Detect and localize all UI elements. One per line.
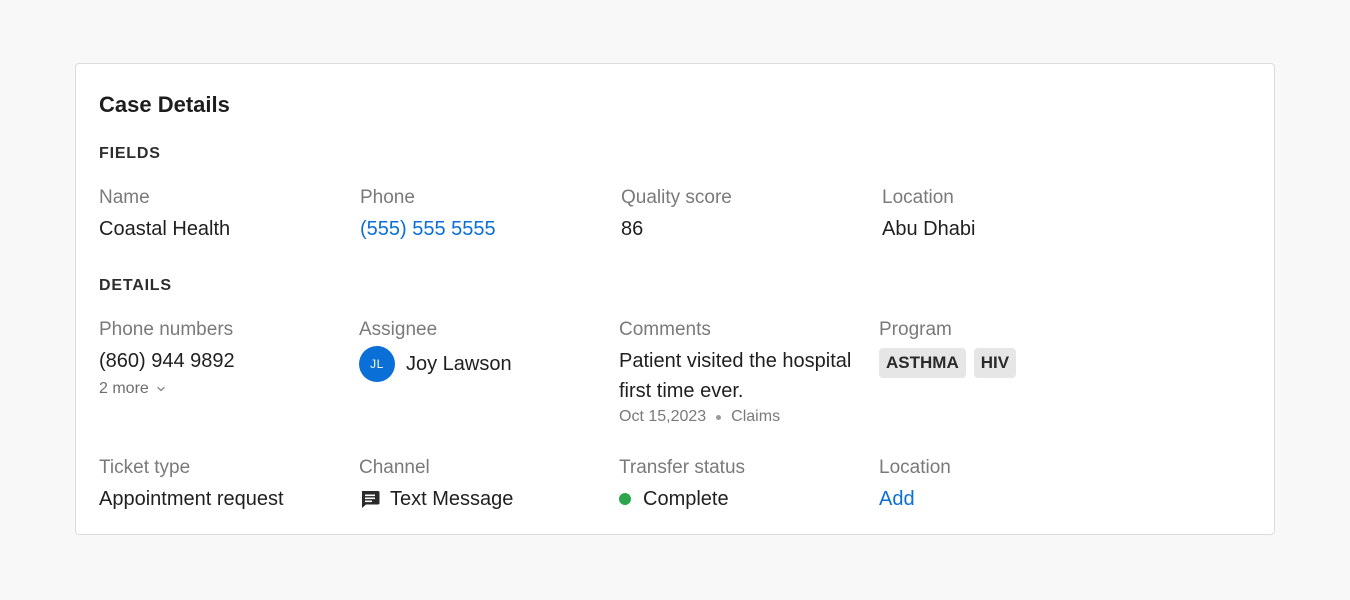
avatar: JL	[359, 346, 395, 382]
program-tags: ASTHMA HIV	[879, 348, 1017, 378]
card-title: Case Details	[99, 92, 230, 117]
field-assignee-label: Assignee	[359, 319, 438, 340]
field-name-label: Name	[99, 187, 150, 208]
field-phone: Phone (555) 555 5555	[360, 186, 496, 244]
field-comments: Comments Patient visited the hospital fi…	[619, 318, 859, 427]
phone-link[interactable]: (555) 555 5555	[360, 214, 496, 244]
channel-text: Text Message	[390, 488, 514, 510]
field-phone-numbers-label: Phone numbers	[99, 319, 234, 340]
field-program: Program ASTHMA HIV	[879, 318, 1017, 378]
assignee-chip[interactable]: JL Joy Lawson	[359, 346, 512, 382]
separator-dot-icon	[716, 414, 722, 420]
field-name: Name Coastal Health	[99, 186, 230, 244]
more-phone-numbers-label: 2 more	[99, 380, 149, 397]
more-phone-numbers-toggle[interactable]: 2 more	[99, 379, 235, 399]
transfer-status-text: Complete	[643, 488, 729, 510]
comment-text: Patient visited the hospital first time …	[619, 350, 852, 402]
fields-section-label: FIELDS	[99, 145, 161, 162]
program-tag: ASTHMA	[879, 348, 966, 378]
field-details-location: Location Add	[879, 456, 951, 514]
field-transfer-status-label: Transfer status	[619, 457, 746, 478]
add-location-link[interactable]: Add	[879, 484, 951, 514]
field-details-location-label: Location	[879, 457, 951, 478]
details-section-label: DETAILS	[99, 277, 172, 294]
field-transfer-status: Transfer status Complete	[619, 456, 745, 514]
transfer-status-value: Complete	[619, 484, 745, 514]
field-ticket-type: Ticket type Appointment request	[99, 456, 284, 514]
comment-category: Claims	[731, 408, 781, 425]
field-channel-label: Channel	[359, 457, 430, 478]
field-location: Location Abu Dhabi	[882, 186, 975, 244]
status-dot-icon	[619, 493, 631, 505]
field-ticket-type-value: Appointment request	[99, 488, 284, 510]
assignee-name: Joy Lawson	[406, 352, 512, 375]
field-location-value: Abu Dhabi	[882, 218, 976, 240]
field-channel: Channel Text Message	[359, 456, 513, 514]
field-phone-label: Phone	[360, 187, 415, 208]
field-quality-score: Quality score 86	[621, 186, 732, 244]
field-phone-numbers: Phone numbers (860) 944 9892 2 more	[99, 318, 235, 399]
field-quality-score-value: 86	[621, 218, 644, 240]
comment-date: Oct 15,2023	[619, 408, 707, 425]
field-ticket-type-label: Ticket type	[99, 457, 191, 478]
channel-value: Text Message	[359, 484, 513, 514]
field-assignee: Assignee JL Joy Lawson	[359, 318, 512, 382]
chevron-down-icon	[157, 386, 165, 392]
case-details-card: Case Details FIELDS Name Coastal Health …	[75, 63, 1275, 535]
field-name-value: Coastal Health	[99, 218, 231, 240]
field-location-label: Location	[882, 187, 954, 208]
field-program-label: Program	[879, 319, 952, 340]
field-phone-numbers-value: (860) 944 9892	[99, 350, 235, 372]
program-tag: HIV	[973, 348, 1017, 378]
field-quality-score-label: Quality score	[621, 187, 732, 208]
message-icon	[361, 491, 380, 508]
field-comments-label: Comments	[619, 319, 711, 340]
comment-meta: Oct 15,2023 Claims	[619, 407, 859, 427]
